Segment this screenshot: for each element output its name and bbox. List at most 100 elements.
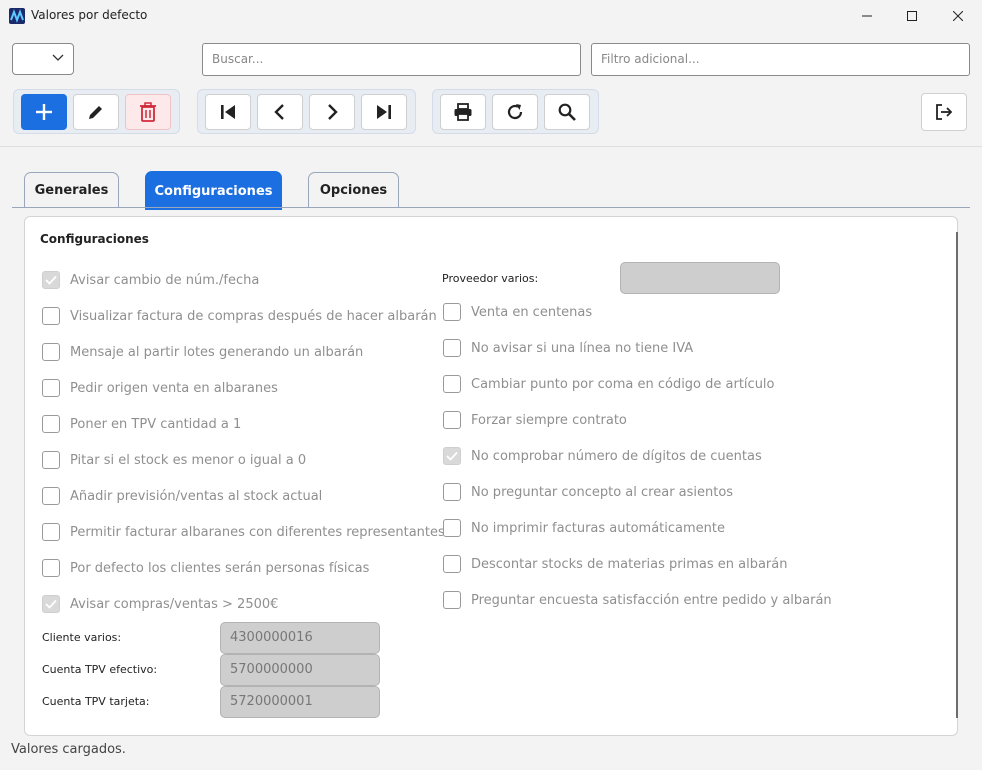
app-logo-icon [9, 8, 25, 24]
proveedor-varios-input[interactable] [620, 262, 780, 294]
checkbox-row[interactable]: Visualizar factura de compras después de… [42, 305, 437, 327]
checkbox-row[interactable]: No avisar si una línea no tiene IVA [443, 337, 693, 359]
checkbox-row[interactable]: Pedir origen venta en albaranes [42, 377, 278, 399]
checkbox-row[interactable]: Añadir previsión/ventas al stock actual [42, 485, 322, 507]
delete-button[interactable] [125, 94, 171, 130]
checkbox-row[interactable]: Forzar siempre contrato [443, 409, 627, 431]
refresh-icon [507, 104, 523, 120]
checkbox-label: No imprimir facturas automáticamente [471, 520, 725, 536]
checkbox[interactable] [42, 379, 60, 397]
close-icon [953, 11, 963, 21]
chevron-down-icon [52, 54, 64, 61]
tab-opciones[interactable]: Opciones [308, 172, 399, 208]
last-record-button[interactable] [361, 94, 407, 130]
checkbox-label: Preguntar encuesta satisfacción entre pe… [471, 592, 832, 608]
checkbox-label: Venta en centenas [471, 304, 593, 320]
next-record-button[interactable] [309, 94, 355, 130]
checkbox-row[interactable]: No preguntar concepto al crear asientos [443, 481, 733, 503]
search-button[interactable] [544, 94, 590, 130]
checkmark-icon [45, 275, 57, 285]
checkbox[interactable] [443, 591, 461, 609]
checkbox[interactable] [42, 271, 60, 289]
cuenta-tpv-tarjeta-label: Cuenta TPV tarjeta: [42, 695, 150, 708]
search-input[interactable]: Buscar... [202, 43, 581, 76]
checkbox-row[interactable]: Permitir facturar albaranes con diferent… [42, 521, 445, 543]
checkbox-row[interactable]: Por defecto los clientes serán personas … [42, 557, 369, 579]
checkbox-label: Descontar stocks de materias primas en a… [471, 556, 788, 572]
scrollbar[interactable] [956, 232, 958, 718]
status-text: Valores cargados. [11, 742, 126, 757]
checkbox[interactable] [443, 375, 461, 393]
checkbox-row[interactable]: Avisar cambio de núm./fecha [42, 269, 259, 291]
checkbox-label: Pitar si el stock es menor o igual a 0 [70, 452, 307, 468]
skip-first-icon [221, 105, 235, 119]
checkbox-row[interactable]: Descontar stocks de materias primas en a… [443, 553, 787, 575]
checkbox-label: Por defecto los clientes serán personas … [70, 560, 370, 576]
chevron-left-icon [274, 104, 284, 120]
previous-record-button[interactable] [257, 94, 303, 130]
checkmark-icon [446, 451, 458, 461]
checkbox[interactable] [443, 555, 461, 573]
checkbox-label: Avisar compras/ventas > 2500€ [70, 596, 279, 612]
minimize-icon [862, 15, 872, 17]
checkbox-row[interactable]: Avisar compras/ventas > 2500€ [42, 593, 278, 615]
checkbox-row[interactable]: No imprimir facturas automáticamente [443, 517, 725, 539]
checkbox[interactable] [42, 307, 60, 325]
title-bar: Valores por defecto [0, 0, 982, 32]
checkbox[interactable] [42, 451, 60, 469]
checkbox-row[interactable]: Pitar si el stock es menor o igual a 0 [42, 449, 306, 471]
checkbox[interactable] [42, 487, 60, 505]
first-record-button[interactable] [205, 94, 251, 130]
checkbox-row[interactable]: Mensaje al partir lotes generando un alb… [42, 341, 363, 363]
cliente-varios-label: Cliente varios: [42, 631, 122, 644]
checkbox[interactable] [443, 303, 461, 321]
proveedor-varios-label: Proveedor varios: [442, 272, 539, 285]
checkbox-label: Cambiar punto por coma en código de artí… [471, 376, 775, 392]
checkbox-label: No preguntar concepto al crear asientos [471, 484, 734, 500]
checkbox-row[interactable]: Cambiar punto por coma en código de artí… [443, 373, 775, 395]
close-button[interactable] [935, 0, 981, 32]
search-icon [558, 103, 576, 121]
window-title: Valores por defecto [31, 8, 148, 22]
cuenta-tpv-efectivo-input[interactable]: 5700000000 [220, 654, 380, 686]
checkbox[interactable] [42, 595, 60, 613]
checkbox-label: Avisar cambio de núm./fecha [70, 272, 260, 288]
plus-icon [36, 104, 52, 120]
cuenta-tpv-tarjeta-input[interactable]: 5720000001 [220, 686, 380, 718]
checkbox-label: Permitir facturar albaranes con diferent… [70, 524, 445, 540]
checkbox-row[interactable]: No comprobar número de dígitos de cuenta… [443, 445, 762, 467]
cliente-varios-input[interactable]: 4300000016 [220, 622, 380, 654]
checkbox[interactable] [42, 523, 60, 541]
checkbox-label: Pedir origen venta en albaranes [70, 380, 278, 396]
tab-generales[interactable]: Generales [24, 172, 119, 208]
checkbox[interactable] [42, 343, 60, 361]
checkbox[interactable] [42, 559, 60, 577]
checkbox[interactable] [443, 411, 461, 429]
print-button[interactable] [440, 94, 486, 130]
exit-button[interactable] [921, 93, 967, 131]
additional-filter-input[interactable]: Filtro adicional... [591, 43, 970, 76]
add-button[interactable] [21, 94, 67, 130]
toolbar-divider [0, 146, 982, 147]
checkbox-row[interactable]: Venta en centenas [443, 301, 592, 323]
checkbox[interactable] [443, 483, 461, 501]
checkbox-label: Forzar siempre contrato [471, 412, 627, 428]
edit-button[interactable] [73, 94, 119, 130]
checkbox[interactable] [443, 447, 461, 465]
checkbox[interactable] [443, 339, 461, 357]
refresh-button[interactable] [492, 94, 538, 130]
checkbox[interactable] [443, 519, 461, 537]
checkbox-label: Visualizar factura de compras después de… [70, 308, 437, 324]
cuenta-tpv-efectivo-label: Cuenta TPV efectivo: [42, 663, 158, 676]
checkbox-row[interactable]: Preguntar encuesta satisfacción entre pe… [443, 589, 832, 611]
record-selector-dropdown[interactable] [12, 43, 74, 75]
checkbox-label: Poner en TPV cantidad a 1 [70, 416, 242, 432]
minimize-button[interactable] [844, 0, 890, 32]
trash-icon [140, 102, 156, 122]
checkbox-label: Añadir previsión/ventas al stock actual [70, 488, 323, 504]
tab-configuraciones[interactable]: Configuraciones [145, 171, 282, 210]
checkbox[interactable] [42, 415, 60, 433]
maximize-button[interactable] [889, 0, 935, 32]
skip-last-icon [377, 105, 391, 119]
checkbox-row[interactable]: Poner en TPV cantidad a 1 [42, 413, 241, 435]
